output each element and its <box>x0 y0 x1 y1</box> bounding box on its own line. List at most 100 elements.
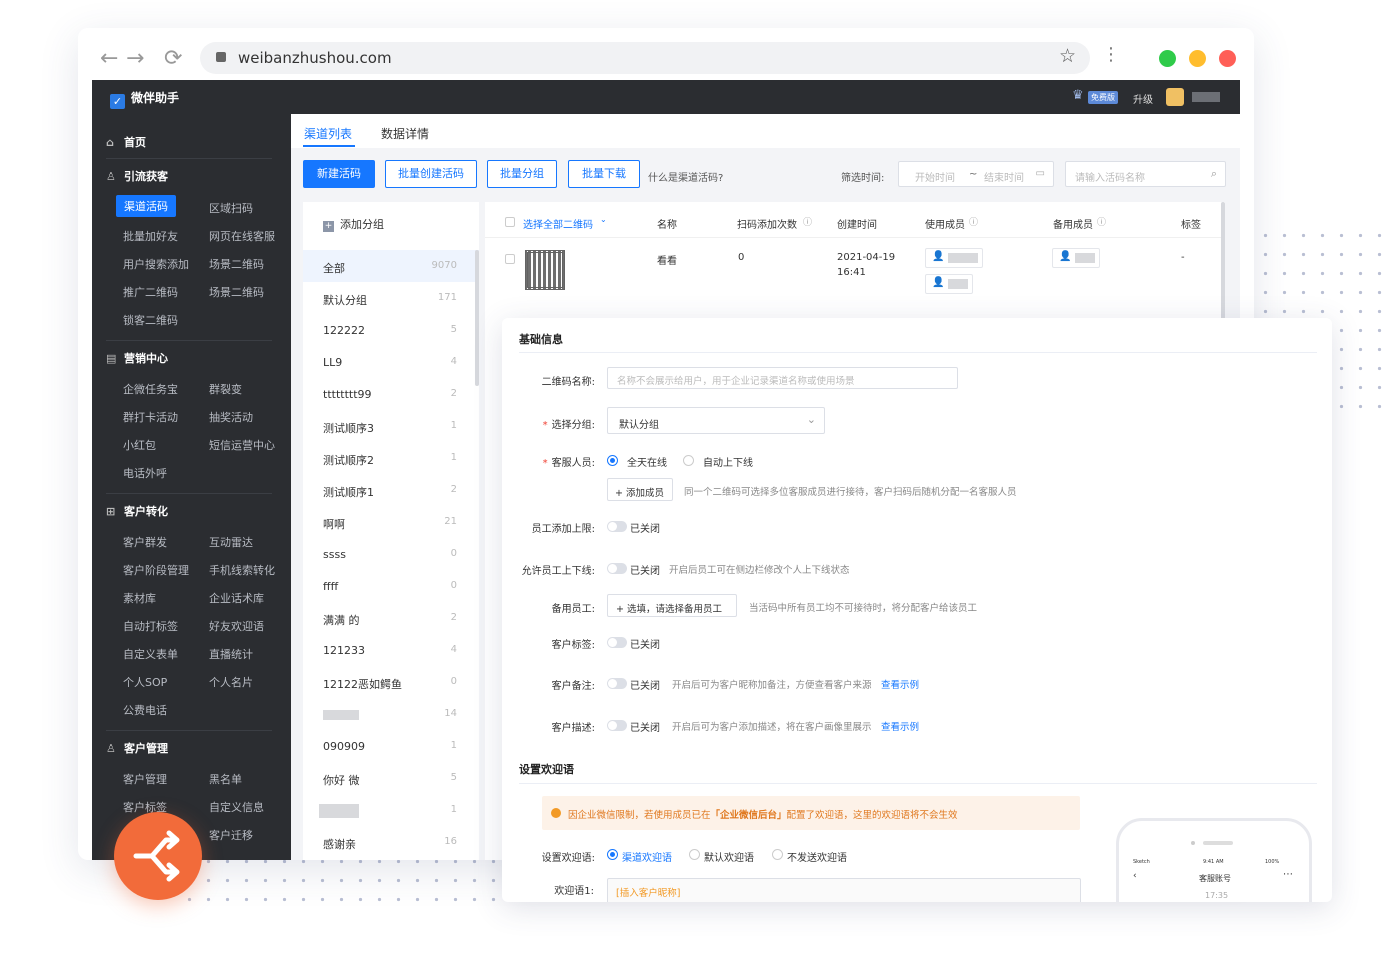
sidebar-item[interactable]: 黑名单 <box>209 771 242 787</box>
sidebar-item[interactable]: 素材库 <box>123 590 156 606</box>
sidebar-item[interactable]: 客户阶段管理 <box>123 562 189 578</box>
more-dots-icon[interactable]: ⋯ <box>1283 869 1293 880</box>
tag-toggle[interactable] <box>607 637 627 648</box>
welcome-option-channel[interactable]: 渠道欢迎语 <box>622 849 672 864</box>
group-item[interactable]: tttttttt99 2 <box>303 378 479 410</box>
sidebar-item[interactable]: 电话外呼 <box>123 465 167 481</box>
sidebar-item[interactable]: 自定义信息 <box>209 799 264 815</box>
group-item[interactable]: 啊啊 21 <box>303 506 479 538</box>
sidebar-item[interactable]: 个人名片 <box>209 674 253 690</box>
remark-toggle[interactable] <box>607 678 627 689</box>
group-item[interactable]: 090909 1 <box>303 730 479 762</box>
group-item[interactable]: 测试顺序1 2 <box>303 474 479 506</box>
sidebar-item[interactable]: 企微任务宝 <box>123 381 178 397</box>
date-range-picker[interactable]: 开始时间 ~ 结束时间 ▭ <box>898 161 1054 187</box>
sidebar-item[interactable]: 小红包 <box>123 437 156 453</box>
new-code-button[interactable]: 新建活码 <box>303 160 375 188</box>
sidebar-item[interactable]: 客户群发 <box>123 534 167 550</box>
tab-channel-list[interactable]: 渠道列表 <box>304 125 352 142</box>
online-toggle[interactable] <box>607 563 627 574</box>
sidebar-item[interactable]: 锁客二维码 <box>123 312 178 328</box>
sidebar-item[interactable]: 公费电话 <box>123 702 167 718</box>
remark-example-link[interactable]: 查看示例 <box>881 677 919 691</box>
group-item[interactable]: ffff 0 <box>303 570 479 602</box>
batch-download-button[interactable]: 批量下载 <box>568 160 640 188</box>
staff-radio-auto[interactable] <box>683 455 694 466</box>
sidebar-item[interactable]: 群打卡活动 <box>123 409 178 425</box>
window-green-button[interactable] <box>1159 50 1176 67</box>
welcome-option-default[interactable]: 默认欢迎语 <box>704 849 754 864</box>
sidebar-item[interactable]: 抽奖活动 <box>209 409 253 425</box>
batch-group-button[interactable]: 批量分组 <box>487 160 557 188</box>
bookmark-star-icon[interactable]: ☆ <box>1059 45 1076 67</box>
sidebar-item[interactable]: 直播统计 <box>209 646 253 662</box>
sidebar-item[interactable]: 用户搜索添加 <box>123 256 189 272</box>
group-item[interactable]: 12122恶如鳄鱼 0 <box>303 666 479 698</box>
upgrade-link[interactable]: 升级 <box>1133 91 1153 106</box>
forward-arrow-icon[interactable]: → <box>126 46 144 71</box>
group-scrollbar[interactable] <box>475 250 479 386</box>
group-item[interactable]: 测试顺序2 1 <box>303 442 479 474</box>
welcome-radio-channel[interactable] <box>607 849 618 860</box>
sidebar-item[interactable]: 手机线索转化 <box>209 562 275 578</box>
group-item[interactable]: 全部 9070 <box>303 250 479 282</box>
welcome-radio-none[interactable] <box>772 849 783 860</box>
welcome1-input[interactable]: [插入客户昵称] <box>607 878 1081 902</box>
group-item[interactable]: 121233 4 <box>303 634 479 666</box>
qr-code-thumbnail[interactable] <box>525 250 565 290</box>
staff-radio-allday[interactable] <box>607 455 618 466</box>
group-item[interactable]: 1 <box>303 794 479 826</box>
back-arrow-icon[interactable]: ← <box>100 46 118 71</box>
backup-select-button[interactable]: + 选填，请选择备用员工 <box>607 594 737 617</box>
sidebar-item[interactable]: 区域扫码 <box>209 200 253 216</box>
row-checkbox[interactable] <box>505 254 515 264</box>
sidebar-item[interactable]: 客户管理 <box>123 771 167 787</box>
desc-example-link[interactable]: 查看示例 <box>881 719 919 733</box>
sidebar-item[interactable]: 企业话术库 <box>209 590 264 606</box>
group-item[interactable]: ssss 0 <box>303 538 479 570</box>
window-red-button[interactable] <box>1219 50 1236 67</box>
sidebar-item[interactable]: 群裂变 <box>209 381 242 397</box>
address-bar[interactable]: weibanzhushou.com ☆ <box>200 42 1090 74</box>
group-item[interactable]: 你好 微 5 <box>303 762 479 794</box>
member-chip[interactable]: 👤 <box>925 274 973 294</box>
desc-toggle[interactable] <box>607 720 627 731</box>
insert-nickname-tag[interactable]: [插入客户昵称] <box>616 885 680 899</box>
sidebar-item[interactable]: 批量加好友 <box>123 228 178 244</box>
group-item[interactable]: 满满 的 2 <box>303 602 479 634</box>
sidebar-item[interactable]: 好友欢迎语 <box>209 618 264 634</box>
table-scrollbar[interactable] <box>1221 202 1225 322</box>
staff-option-auto[interactable]: 自动上下线 <box>703 454 753 469</box>
batch-create-button[interactable]: 批量创建活码 <box>385 160 477 188</box>
qr-name-input[interactable]: 名称不会展示给用户，用于企业记录渠道名称或使用场景 <box>607 367 958 389</box>
backup-member-chip[interactable]: 👤 <box>1052 248 1100 268</box>
group-item[interactable]: 122222 5 <box>303 314 479 346</box>
sidebar-item[interactable]: 推广二维码 <box>123 284 178 300</box>
sidebar-item[interactable]: 个人SOP <box>123 674 167 690</box>
group-item[interactable]: LL9 4 <box>303 346 479 378</box>
sidebar-section-traffic[interactable]: ♙ 引流获客 <box>106 168 168 184</box>
reload-icon[interactable]: ⟳ <box>164 46 182 71</box>
group-select[interactable]: 默认分组 ⌄ <box>607 407 825 434</box>
user-name[interactable] <box>1192 92 1220 102</box>
share-branch-badge[interactable] <box>114 812 202 900</box>
add-group-button[interactable]: + 添加分组 <box>323 216 384 232</box>
avatar[interactable] <box>1166 88 1184 106</box>
sidebar-item-channel-code[interactable]: 渠道活码 <box>116 195 176 217</box>
window-yellow-button[interactable] <box>1189 50 1206 67</box>
welcome-radio-default[interactable] <box>689 849 700 860</box>
menu-kebab-icon[interactable]: ⋮ <box>1102 44 1120 65</box>
group-item[interactable]: 测试顺序3 1 <box>303 410 479 442</box>
row-name[interactable]: 看看 <box>657 252 677 267</box>
back-chevron-icon[interactable]: ‹ <box>1133 871 1137 881</box>
sidebar-item[interactable]: 网页在线客服 <box>209 228 275 244</box>
staff-option-allday[interactable]: 全天在线 <box>627 454 667 469</box>
member-chip[interactable]: 👤 <box>925 248 983 268</box>
sidebar-item[interactable]: 场景二维码 <box>209 256 264 272</box>
sidebar-section-marketing[interactable]: ▤ 营销中心 <box>106 350 168 366</box>
limit-toggle[interactable] <box>607 521 627 532</box>
search-input[interactable]: 请输入活码名称 ⌕ <box>1065 161 1226 187</box>
tab-data-detail[interactable]: 数据详情 <box>381 125 429 142</box>
group-item[interactable]: 14 <box>303 698 479 730</box>
group-item[interactable]: 感谢亲 16 <box>303 826 479 858</box>
